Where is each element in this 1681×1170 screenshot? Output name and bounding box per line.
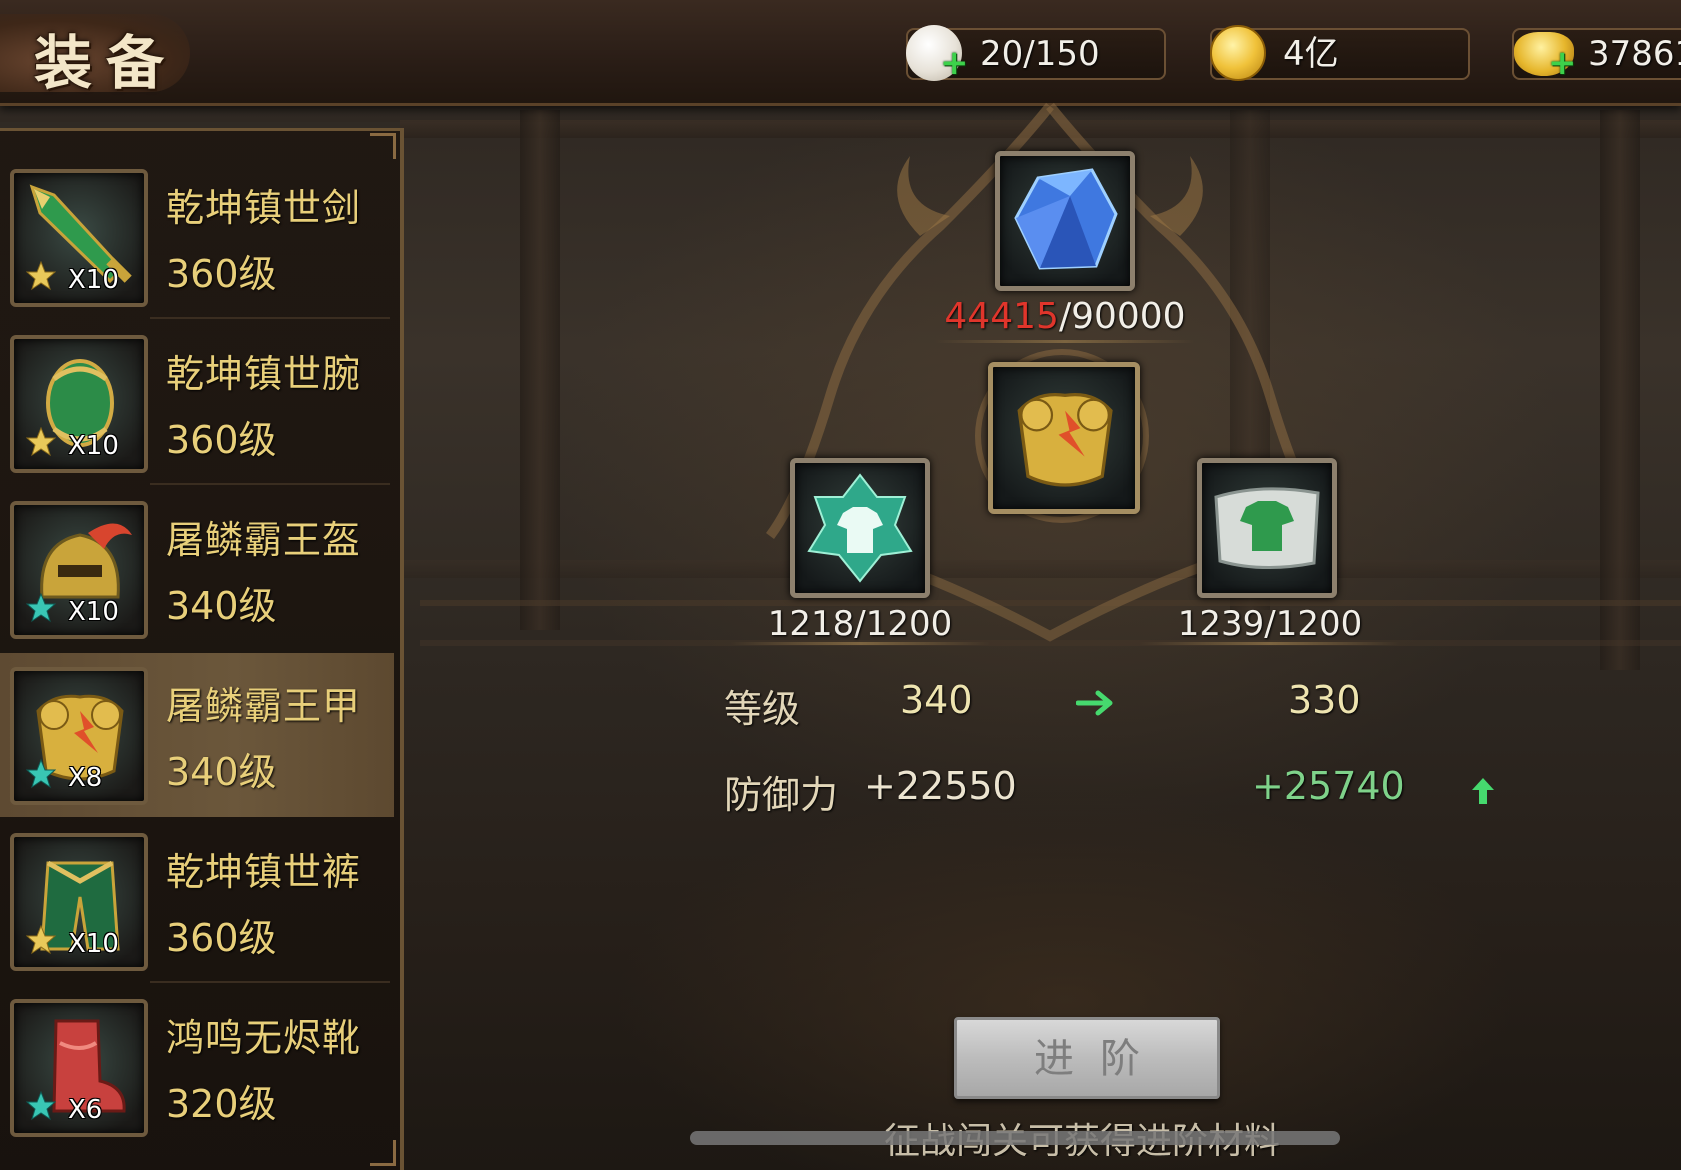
gold-value: 4亿 [1283,34,1339,74]
defense-current: +22550 [864,764,1017,808]
divider [150,317,390,319]
equipment-list-panel: X10 乾坤镇世剑 360级 X10 乾坤镇世腕 360级 X10 屠鳞霸王盔 … [0,128,404,1170]
advance-button[interactable]: 进阶 [954,1017,1220,1099]
equipment-item-helmet[interactable]: X10 屠鳞霸王盔 340级 [0,487,394,651]
equipment-item-boots[interactable]: X6 鸿鸣无烬靴 320级 [0,985,394,1149]
boots-icon: X6 [10,999,148,1137]
green-shirt-scroll-icon[interactable] [1197,458,1337,598]
divider [935,340,1195,343]
stamina-value: 20/150 [980,34,1100,74]
item-name: 乾坤镇世剑 [166,186,362,230]
bracer-icon: X10 [10,335,148,473]
right-material-count: 1239/1200 [1177,604,1363,644]
defense-label: 防御力 [724,773,839,817]
divider [150,981,390,983]
item-count: X6 [68,1095,103,1125]
background-pillar [520,110,560,630]
gold-armor-icon[interactable] [988,362,1140,514]
arrow-right-icon [1076,690,1113,716]
upgrade-panel: 44415/90000 1218/1200 1239/1200 [680,96,1420,656]
item-level: 360级 [166,418,277,462]
add-stamina-icon[interactable]: + [940,46,969,80]
level-current: 340 [900,678,973,722]
teal-star-icon [26,593,56,623]
gold-star-icon [26,261,56,291]
item-level: 360级 [166,916,277,960]
item-level: 340级 [166,750,277,794]
equipment-item-sword[interactable]: X10 乾坤镇世剑 360级 [0,155,394,319]
top-bar: 装备 + 20/150 4亿 + 37861 [0,0,1681,106]
item-name: 屠鳞霸王盔 [166,518,362,562]
item-name: 乾坤镇世腕 [166,352,362,396]
defense-next: +25740 [1252,764,1405,808]
gold-coin-icon [1210,25,1266,81]
equipment-item-bracer[interactable]: X10 乾坤镇世腕 360级 [0,321,394,485]
advance-button-label: 进阶 [1034,1036,1166,1082]
home-indicator[interactable] [690,1131,1340,1145]
helmet-icon: X10 [10,501,148,639]
item-count: X10 [68,431,119,461]
item-name: 乾坤镇世裤 [166,850,362,894]
item-name: 鸿鸣无烬靴 [166,1016,362,1060]
gold-star-icon [26,427,56,457]
teal-star-icon [26,759,56,789]
sword-icon: X10 [10,169,148,307]
background-pillar [1600,110,1640,670]
leggings-icon: X10 [10,833,148,971]
add-ingot-icon[interactable]: + [1548,46,1577,80]
item-level: 360级 [166,252,277,296]
level-label: 等级 [724,687,801,731]
item-level: 340级 [166,584,277,628]
item-name: 屠鳞霸王甲 [166,684,362,728]
left-material-count: 1218/1200 [767,604,953,644]
item-level: 320级 [166,1082,277,1126]
equipment-item-armor[interactable]: X8 屠鳞霸王甲 340级 [0,653,394,817]
arrow-up-icon [1472,778,1494,804]
crystal-current: 44415 [944,296,1059,337]
equipment-item-leggings[interactable]: X10 乾坤镇世裤 360级 [0,819,394,983]
item-count: X8 [68,763,103,793]
crystal-count: 44415/90000 [935,296,1195,337]
green-gem-shirt-icon[interactable] [790,458,930,598]
item-count: X10 [68,597,119,627]
ingot-value: 37861 [1588,34,1681,74]
crystal-required: /90000 [1058,296,1186,337]
page-title: 装备 [34,29,179,97]
blue-crystal-icon[interactable] [995,151,1135,291]
item-count: X10 [68,929,119,959]
item-count: X10 [68,265,119,295]
teal-star-icon [26,1091,56,1121]
level-next: 330 [1288,678,1361,722]
gold-star-icon [26,925,56,955]
armor-icon: X8 [10,667,148,805]
divider [150,483,390,485]
